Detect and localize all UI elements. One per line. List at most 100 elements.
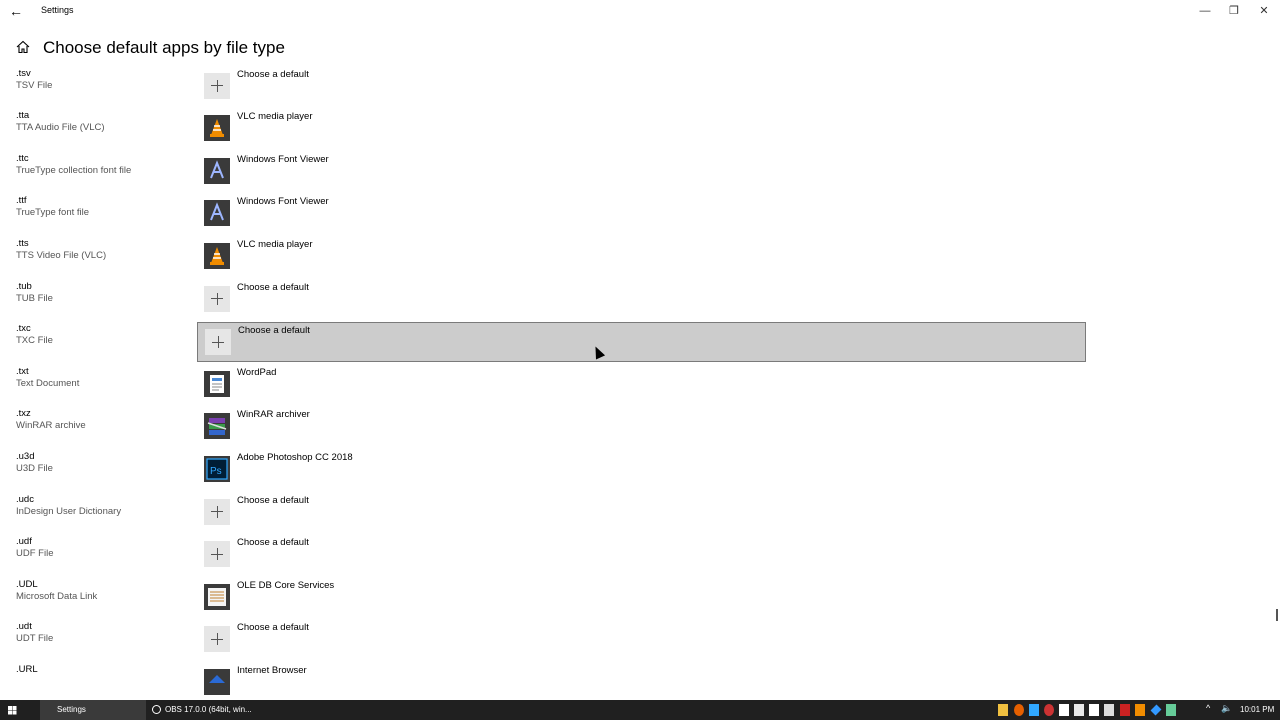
list-item: .txt Text Document WordPad bbox=[0, 366, 1280, 409]
firefox-icon[interactable] bbox=[1014, 704, 1024, 716]
file-extension: .tts bbox=[16, 238, 29, 249]
scrollbar-thumb[interactable] bbox=[1276, 609, 1278, 621]
taskbar-item-settings[interactable]: Settings bbox=[40, 700, 146, 720]
svg-text:Ps: Ps bbox=[210, 466, 222, 477]
title-bar: ← Settings — ❐ ✕ bbox=[0, 0, 1280, 22]
clock[interactable]: 10:01 PM bbox=[1240, 700, 1274, 720]
taskbar-item-obs[interactable]: OBS 17.0.0 (64bit, win... bbox=[148, 700, 256, 720]
home-icon[interactable] bbox=[16, 40, 30, 54]
plus-icon bbox=[205, 329, 231, 356]
default-app-button[interactable]: Internet Browser bbox=[197, 663, 1086, 700]
file-type-description: UDF File bbox=[16, 548, 54, 560]
obs-icon bbox=[152, 705, 161, 714]
list-item: .ttc TrueType collection font file Windows… bbox=[0, 153, 1280, 196]
file-type-description: WinRAR archive bbox=[16, 420, 86, 432]
window-icon[interactable] bbox=[1089, 704, 1099, 716]
choose-default-button[interactable]: Choose a default bbox=[197, 280, 1086, 320]
oledb-icon bbox=[204, 583, 230, 610]
app-tray-icon[interactable] bbox=[1150, 704, 1162, 716]
volume-icon[interactable]: 🔈 bbox=[1221, 703, 1232, 714]
list-item: .URL Internet Browser bbox=[0, 664, 1280, 700]
file-extension: .txc bbox=[16, 323, 31, 335]
file-type-description: TTA Audio File (VLC) bbox=[16, 122, 105, 134]
list-item: .udt UDT File Choose a default bbox=[0, 621, 1280, 664]
default-app-button[interactable]: VLC media player bbox=[197, 109, 1086, 149]
minimize-button[interactable]: — bbox=[1196, 2, 1214, 20]
file-extension: .txt bbox=[16, 365, 29, 377]
taskbar: Settings OBS 17.0.0 (64bit, win... ^ 🔈 1… bbox=[0, 700, 1280, 720]
vlc-icon bbox=[204, 243, 230, 269]
list-item: .txz WinRAR archive WinRAR archiver bbox=[0, 408, 1280, 451]
document-icon[interactable] bbox=[1104, 704, 1114, 716]
file-extension: .tub bbox=[16, 280, 32, 292]
plus-icon bbox=[204, 498, 230, 525]
file-type-description: Text Document bbox=[16, 377, 80, 389]
window-title: Settings bbox=[41, 5, 74, 15]
file-extension: .tta bbox=[16, 110, 30, 122]
list-item: .ttf TrueType font file Windows Font Viewe… bbox=[0, 195, 1280, 238]
wordpad-icon bbox=[204, 370, 230, 397]
app-tray-icon[interactable] bbox=[1044, 704, 1054, 716]
choose-default-button[interactable]: Choose a default bbox=[197, 322, 1086, 363]
default-app-button[interactable]: Windows Font Viewer bbox=[197, 152, 1086, 192]
file-type-list: TSP File.tsvTSV FileChoose a default.tta… bbox=[0, 56, 1280, 700]
list-item: .tta TTA Audio File (VLC) VLC media player bbox=[0, 110, 1280, 153]
file-extension: .u3d bbox=[16, 451, 35, 462]
app-tray-icon[interactable] bbox=[1135, 704, 1145, 716]
choose-default-button[interactable] bbox=[197, 56, 1086, 64]
chevron-up-icon[interactable]: ^ bbox=[1206, 703, 1210, 713]
choose-default-button[interactable]: Choose a default bbox=[197, 620, 1086, 660]
file-extension: .udf bbox=[16, 536, 32, 548]
file-extension: .tsv bbox=[16, 67, 31, 79]
page-title: Choose default apps by file type bbox=[43, 38, 285, 57]
choose-default-button[interactable]: Choose a default bbox=[197, 493, 1086, 533]
app-name: OLE DB Core Services bbox=[237, 579, 335, 591]
file-type-description: U3D File bbox=[16, 463, 53, 474]
app-name: Choose a default bbox=[238, 325, 310, 337]
list-item: .tub TUB File Choose a default bbox=[0, 281, 1280, 324]
file-extension: .udc bbox=[16, 493, 34, 505]
file-type-description: InDesign User Dictionary bbox=[16, 505, 122, 517]
filezilla-icon[interactable] bbox=[1120, 704, 1130, 716]
file-extension: .ttf bbox=[16, 195, 27, 207]
app-name: WordPad bbox=[237, 366, 277, 378]
file-type-description: TrueType font file bbox=[16, 207, 90, 219]
app-name: Internet Browser bbox=[237, 665, 307, 676]
photoshop-icon[interactable] bbox=[1029, 704, 1039, 716]
app-name: Choose a default bbox=[237, 281, 309, 293]
list-item: .UDL Microsoft Data Link OLE DB Core Servi… bbox=[0, 579, 1280, 622]
file-type-description: TXC File bbox=[16, 335, 53, 347]
default-app-button[interactable]: Ps Adobe Photoshop CC 2018 bbox=[197, 450, 1086, 490]
app-name: Windows Font Viewer bbox=[237, 196, 329, 208]
window-icon[interactable] bbox=[1074, 704, 1084, 716]
file-extension: .URL bbox=[16, 664, 38, 675]
file-type-description: TUB File bbox=[16, 292, 53, 304]
file-extension: .ttc bbox=[16, 152, 29, 164]
default-app-button[interactable]: VLC media player bbox=[197, 237, 1086, 277]
app-name: Choose a default bbox=[237, 537, 309, 549]
file-explorer-icon[interactable] bbox=[998, 704, 1008, 716]
file-type-description: TTS Video File (VLC) bbox=[16, 250, 107, 261]
list-item: .udc InDesign User Dictionary Choose a def… bbox=[0, 494, 1280, 537]
windows-start-icon[interactable] bbox=[0, 700, 24, 720]
restore-button[interactable]: ❐ bbox=[1225, 2, 1243, 20]
vlc-icon bbox=[204, 115, 230, 142]
app-name: Choose a default bbox=[237, 494, 309, 506]
font-icon bbox=[204, 157, 230, 184]
choose-default-button[interactable]: Choose a default bbox=[197, 535, 1086, 575]
plus-icon bbox=[204, 541, 230, 568]
back-arrow-icon[interactable]: ← bbox=[7, 2, 25, 20]
list-item: .u3d U3D File Ps Adobe Photoshop CC 2018 bbox=[0, 451, 1280, 494]
close-button[interactable]: ✕ bbox=[1255, 2, 1273, 20]
plus-icon bbox=[204, 626, 230, 653]
default-app-button[interactable]: OLE DB Core Services bbox=[197, 578, 1086, 618]
font-icon bbox=[204, 200, 230, 227]
app-tray-icon[interactable] bbox=[1166, 704, 1176, 716]
default-app-button[interactable]: WinRAR archiver bbox=[197, 407, 1086, 447]
choose-default-button[interactable]: Choose a default bbox=[197, 67, 1086, 107]
window-icon[interactable] bbox=[1059, 704, 1069, 716]
plus-icon bbox=[204, 72, 230, 99]
default-app-button[interactable]: WordPad bbox=[197, 365, 1086, 405]
file-type-description: TrueType collection font file bbox=[16, 164, 132, 176]
default-app-button[interactable]: Windows Font Viewer bbox=[197, 194, 1086, 234]
